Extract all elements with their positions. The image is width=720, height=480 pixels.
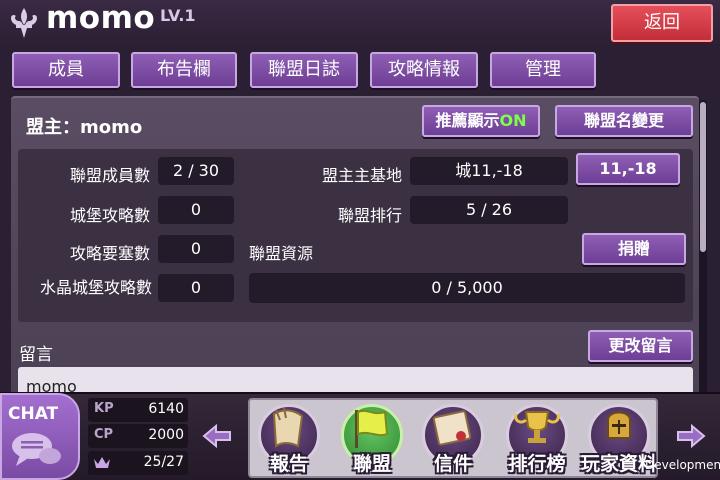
kp-label: KP [94, 401, 114, 416]
nav-player-info[interactable]: 玩家資料 [581, 402, 657, 478]
tab-alliance-log[interactable]: 聯盟日誌 [250, 52, 358, 88]
fleur-de-lis-icon [11, 8, 37, 38]
nav-ranking-label: 排行榜 [508, 453, 566, 475]
flag-icon [355, 409, 389, 448]
alliance-title: momo [46, 0, 156, 36]
recommend-label: 推薦顯示 [435, 111, 500, 130]
alliance-rank-label: 聯盟排行 [337, 206, 402, 225]
rename-alliance-button[interactable]: 聯盟名變更 [555, 105, 693, 137]
header-bar: momo LV.1 返回 [0, 0, 720, 46]
back-button[interactable]: 返回 [611, 4, 713, 42]
tab-strategy-info[interactable]: 攻略情報 [370, 52, 478, 88]
scroll-icon [272, 407, 304, 448]
cp-stat: CP 2000 [88, 424, 188, 448]
nav-alliance-label: 聯盟 [352, 453, 391, 475]
crystal-castle-value: 0 [158, 274, 234, 302]
message-label: 留言 [19, 345, 53, 365]
crown-icon [94, 457, 110, 468]
nav-ranking[interactable]: 排行榜 [502, 402, 572, 478]
kp-value: 6140 [148, 401, 184, 417]
donate-button[interactable]: 捐贈 [582, 233, 686, 265]
cp-label: CP [94, 427, 114, 442]
leader-base-label: 盟主主基地 [321, 166, 402, 185]
fortress-captured-label: 攻略要塞數 [69, 244, 150, 263]
alliance-level: LV.1 [160, 6, 196, 25]
tab-manage[interactable]: 管理 [490, 52, 596, 88]
alliance-rank-value: 5 / 26 [410, 196, 568, 224]
castle-captured-label: 城堡攻略數 [69, 206, 150, 225]
tab-members[interactable]: 成員 [12, 52, 120, 88]
nav-mail-label: 信件 [433, 453, 472, 475]
knight-helmet-icon [607, 411, 631, 439]
members-value: 2 / 30 [158, 157, 234, 185]
castle-captured-value: 0 [158, 196, 234, 224]
nav-mail[interactable]: 信件 [418, 402, 488, 478]
letter-icon [432, 410, 472, 446]
nav-report-label: 報告 [269, 453, 308, 475]
trophy-icon [514, 411, 560, 443]
edit-message-button[interactable]: 更改留言 [588, 330, 693, 362]
development-watermark: Development [645, 458, 720, 472]
kp-stat: KP 6140 [88, 398, 188, 422]
chat-label: CHAT [8, 404, 59, 424]
nav-report[interactable]: 報告 [254, 402, 324, 478]
fortress-captured-value: 0 [158, 235, 234, 263]
scrollbar[interactable] [699, 100, 707, 395]
members-label: 聯盟成員數 [69, 166, 150, 185]
nav-alliance[interactable]: 聯盟 [337, 402, 407, 478]
alliance-resource-value: 0 / 5,000 [249, 273, 685, 303]
alliance-resource-label: 聯盟資源 [249, 244, 314, 263]
nav-left-arrow-icon[interactable] [200, 418, 236, 454]
leader-base-value: 城11,-18 [410, 157, 568, 185]
recommend-state: ON [499, 111, 527, 130]
tab-bulletin[interactable]: 布告欄 [131, 52, 237, 88]
chat-bubble-icon [12, 433, 61, 466]
recommend-display-toggle[interactable]: 推薦顯示ON [422, 105, 540, 137]
crown-stat: 25/27 [88, 451, 188, 475]
crown-value: 25/27 [143, 454, 184, 470]
scrollbar-thumb[interactable] [700, 102, 706, 252]
alliance-leader: 盟主：momo [26, 117, 143, 138]
base-coordinate-button[interactable]: 11,-18 [576, 153, 680, 185]
nav-right-arrow-icon[interactable] [672, 418, 708, 454]
cp-value: 2000 [148, 427, 184, 443]
crystal-castle-label: 水晶城堡攻略數 [39, 278, 152, 297]
